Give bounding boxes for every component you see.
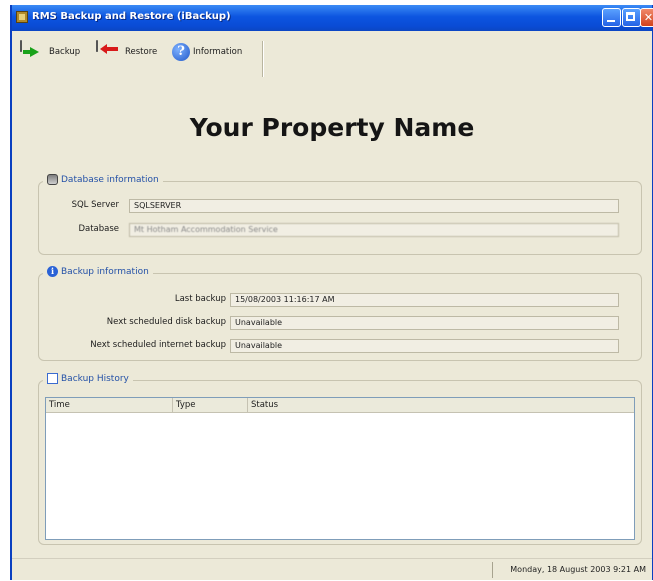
backup-history-title: Backup History xyxy=(61,373,129,384)
backup-info-group: i Backup information Last backup 15/08/2… xyxy=(38,266,642,361)
property-name: Your Property Name xyxy=(189,113,475,142)
column-header-status[interactable]: Status xyxy=(248,398,635,412)
list-header: Time Type Status xyxy=(46,398,634,413)
database-info-group: Database information SQL Server SQLSERVE… xyxy=(38,174,642,255)
database-field: Mt Hotham Accommodation Service xyxy=(129,223,619,237)
column-header-type[interactable]: Type xyxy=(173,398,248,412)
backup-label: Backup xyxy=(49,47,81,57)
history-icon xyxy=(47,373,58,384)
backup-button[interactable]: Backup xyxy=(20,40,81,63)
database-label: Database xyxy=(78,224,119,234)
status-datetime: Monday, 18 August 2003 9:21 AM xyxy=(492,562,648,578)
next-internet-backup-field: Unavailable xyxy=(230,339,619,353)
toolbar: Backup Restore ? Information xyxy=(12,33,272,71)
information-button[interactable]: ? Information xyxy=(172,41,242,63)
window-title: RMS Backup and Restore (iBackup) xyxy=(32,11,231,22)
last-backup-label: Last backup xyxy=(174,294,226,304)
minimize-button[interactable] xyxy=(602,8,621,27)
maximize-button[interactable] xyxy=(622,8,641,27)
restore-button[interactable]: Restore xyxy=(96,40,158,63)
information-label: Information xyxy=(193,47,243,57)
column-header-time[interactable]: Time xyxy=(46,398,173,412)
backup-history-group: Backup History Time Type Status xyxy=(38,373,642,545)
restore-label: Restore xyxy=(125,47,158,57)
close-button[interactable]: ✕ xyxy=(640,8,653,27)
info-icon: ? xyxy=(172,43,190,61)
restore-icon xyxy=(96,40,122,63)
backup-info-title: Backup information xyxy=(61,266,149,277)
toolbar-separator xyxy=(262,41,264,77)
last-backup-field: 15/08/2003 11:16:17 AM xyxy=(230,293,619,307)
next-disk-backup-field: Unavailable xyxy=(230,316,619,330)
sql-server-field: SQLSERVER xyxy=(129,199,619,213)
backup-icon xyxy=(20,40,46,63)
info-icon: i xyxy=(47,266,58,277)
sql-server-label: SQL Server xyxy=(71,200,119,210)
backup-history-list[interactable]: Time Type Status xyxy=(45,397,635,540)
app-window: RMS Backup and Restore (iBackup) ✕ Backu… xyxy=(10,5,653,580)
status-bar: Monday, 18 August 2003 9:21 AM xyxy=(12,558,652,581)
next-internet-backup-label: Next scheduled internet backup xyxy=(90,340,226,350)
title-bar[interactable]: RMS Backup and Restore (iBackup) ✕ xyxy=(12,5,653,31)
database-info-title: Database information xyxy=(61,174,159,185)
app-icon xyxy=(16,11,28,23)
database-icon xyxy=(47,174,58,185)
next-disk-backup-label: Next scheduled disk backup xyxy=(106,317,226,327)
